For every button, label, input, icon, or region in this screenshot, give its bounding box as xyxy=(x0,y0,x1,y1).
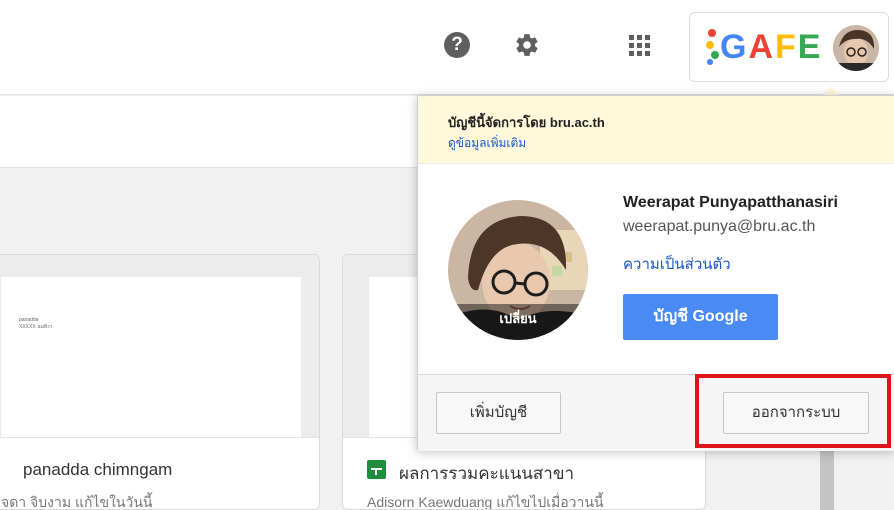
add-account-button[interactable]: เพิ่มบัญชี xyxy=(436,392,561,434)
avatar[interactable] xyxy=(833,25,879,71)
gear-glyph xyxy=(516,34,538,56)
sheets-icon xyxy=(367,460,386,479)
managed-notice: บัญชีนี้จัดการโดย bru.ac.th xyxy=(448,115,605,130)
help-glyph: ? xyxy=(444,32,470,58)
highlight-annotation xyxy=(695,374,891,448)
profile-photo[interactable]: เปลี่ยน xyxy=(448,200,588,340)
gafe-brand-text: GAFE xyxy=(720,28,823,66)
gafe-logo: GAFE xyxy=(706,27,822,67)
gear-icon[interactable] xyxy=(510,28,544,62)
privacy-link[interactable]: ความเป็นส่วนตัว xyxy=(623,252,731,276)
file-subtitle: จดา จิบงาม แก้ไขในวันนี้ xyxy=(1,494,153,510)
apps-grid-glyph xyxy=(628,34,650,56)
top-app-bar: ? GAFE xyxy=(0,0,894,95)
google-account-button[interactable]: บัญชี Google xyxy=(623,294,778,340)
gafe-dots-icon xyxy=(706,27,720,67)
file-subtitle: Adisorn Kaewduang แก้ไขไปเมื่อวานนี้ xyxy=(367,494,604,510)
account-switcher[interactable]: GAFE xyxy=(689,12,889,82)
managed-banner: บัญชีนี้จัดการโดย bru.ac.th ดูข้อมูลเพิ่… xyxy=(418,96,894,164)
file-title: ผลการรวมคะแนนสาขา xyxy=(399,464,575,483)
file-info: panadda chimngam จดา จิบงาม แก้ไขในวันนี… xyxy=(0,437,319,509)
file-thumbnail: panadda XXXXX นนทิงา xyxy=(0,255,319,437)
learn-more-link[interactable]: ดูข้อมูลเพิ่มเติม xyxy=(448,134,526,153)
file-title: panadda chimngam xyxy=(23,460,173,479)
avatar-image xyxy=(833,25,879,71)
user-email: weerapat.punya@bru.ac.th xyxy=(623,218,816,235)
doc-preview-text: panadda XXXXX นนทิงา xyxy=(19,317,53,330)
doc-preview: panadda XXXXX นนทิงา xyxy=(1,277,301,437)
apps-grid-icon[interactable] xyxy=(622,28,656,62)
help-icon[interactable]: ? xyxy=(440,28,474,62)
user-name: Weerapat Punyapatthanasiri xyxy=(623,194,838,211)
file-card[interactable]: panadda XXXXX นนทิงา panadda chimngam จด… xyxy=(0,254,320,510)
change-photo-label[interactable]: เปลี่ยน xyxy=(448,304,588,340)
